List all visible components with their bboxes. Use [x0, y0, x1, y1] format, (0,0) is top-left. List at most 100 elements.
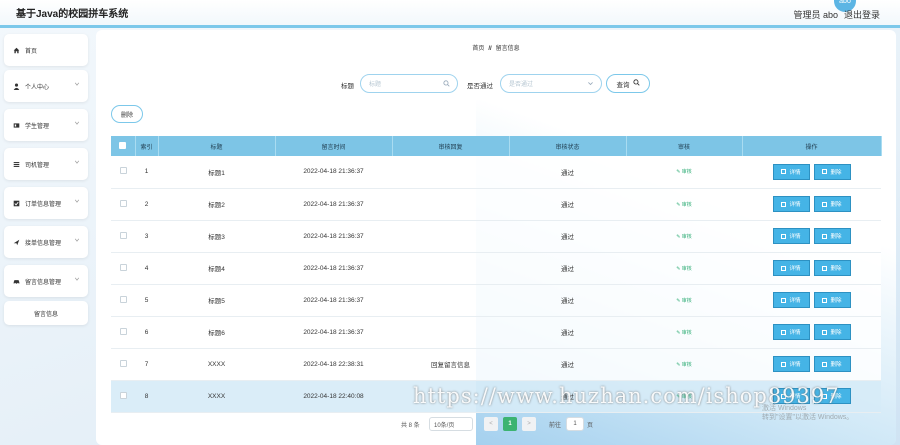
prev-page-button[interactable]: < — [484, 417, 498, 431]
cell-title: 标题4 — [158, 252, 275, 285]
sidebar-item-orders[interactable]: 订单信息管理 — [4, 187, 88, 219]
delete-icon — [822, 233, 828, 239]
audit-link[interactable]: ✎ 审核 — [676, 169, 692, 175]
table-row[interactable]: 7 XXXX 2022-04-18 22:38:31 回复留言信息 通过 ✎ 审核 详情 删除 — [111, 348, 881, 381]
table-row[interactable]: 2 标题2 2022-04-18 21:36:37 通过 ✎ 审核 详情 删除 — [111, 188, 881, 221]
delete-button[interactable]: 删除 — [813, 196, 851, 212]
row-checkbox[interactable] — [111, 220, 135, 253]
table-row[interactable]: 1 标题1 2022-04-18 21:36:37 通过 ✎ 审核 详情 删除 — [111, 156, 881, 189]
cell-index: 6 — [135, 316, 158, 349]
messages-table: 索引 标题 留言时间 审核回复 审核状态 审核 操作 1 标题1 2022-04-1… — [111, 136, 882, 413]
cell-audit: ✎ 审核 — [626, 252, 742, 285]
title-search-input[interactable]: 标题 — [360, 74, 458, 93]
goto-label: 前往 — [549, 422, 562, 429]
breadcrumb-home[interactable]: 首页 — [472, 46, 484, 52]
detail-icon — [781, 361, 787, 367]
search-button[interactable]: 查询 — [606, 74, 650, 93]
detail-button[interactable]: 详情 — [772, 324, 810, 340]
audit-link[interactable]: ✎ 审核 — [676, 330, 692, 336]
chevron-down-icon — [74, 159, 80, 167]
next-page-button[interactable]: > — [522, 417, 536, 431]
select-all-checkbox[interactable] — [111, 136, 136, 156]
sidebar-item-accepted-orders[interactable]: 接单信息管理 — [4, 226, 88, 258]
student-icon — [13, 122, 20, 129]
cell-index: 3 — [135, 220, 158, 253]
detail-button[interactable]: 详情 — [772, 260, 810, 276]
detail-button[interactable]: 详情 — [772, 228, 810, 244]
page-size-select[interactable]: 10条/页 — [429, 417, 473, 431]
sidebar-item-home[interactable]: 首页 — [4, 34, 88, 66]
cell-title: XXXX — [158, 380, 275, 413]
row-checkbox[interactable] — [111, 348, 135, 381]
current-page[interactable]: 1 — [503, 417, 517, 431]
row-checkbox[interactable] — [111, 380, 135, 413]
delete-button[interactable]: 删除 — [813, 388, 851, 404]
row-checkbox[interactable] — [111, 156, 135, 189]
audit-link[interactable]: ✎ 审核 — [676, 234, 692, 240]
cell-time: 2022-04-18 21:36:37 — [275, 188, 392, 221]
column-header: 留言时间 — [275, 136, 393, 156]
row-checkbox[interactable] — [111, 188, 135, 221]
table-row[interactable]: 6 标题6 2022-04-18 21:36:37 通过 ✎ 审核 详情 删除 — [111, 316, 881, 349]
cell-actions: 详情 删除 — [742, 284, 881, 317]
checkbox-icon — [13, 200, 20, 207]
sidebar-item-drivers[interactable]: 司机管理 — [4, 148, 88, 180]
table-row[interactable]: 5 标题5 2022-04-18 21:36:37 通过 ✎ 审核 详情 删除 — [111, 284, 881, 317]
list-icon — [13, 161, 20, 168]
cell-audit: ✎ 审核 — [626, 156, 742, 189]
batch-delete-button[interactable]: 删除 — [111, 105, 143, 123]
search-bar: 标题 标题 是否通过 是否通过 查询 — [96, 74, 896, 94]
detail-button[interactable]: 详情 — [772, 292, 810, 308]
sidebar-item-students[interactable]: 学生管理 — [4, 109, 88, 141]
table-row[interactable]: 8 XXXX 2022-04-18 22:40:08 通过 ✎ 审核 详情 删除 — [111, 380, 881, 413]
cell-status: 通过 — [509, 284, 626, 317]
table-row[interactable]: 4 标题4 2022-04-18 21:36:37 通过 ✎ 审核 详情 删除 — [111, 252, 881, 285]
sidebar-subitem-messages[interactable]: 留言信息 — [4, 301, 88, 325]
detail-button[interactable]: 详情 — [772, 196, 810, 212]
goto-page-input[interactable]: 1 — [566, 417, 584, 431]
cell-index: 5 — [135, 284, 158, 317]
sidebar-item-label: 司机管理 — [25, 162, 50, 169]
cell-status: 通过 — [509, 380, 626, 413]
sidebar-item-messages[interactable]: 留言信息管理 — [4, 265, 88, 297]
cell-title: 标题2 — [158, 188, 275, 221]
cell-status: 通过 — [509, 156, 626, 189]
delete-button[interactable]: 删除 — [813, 260, 851, 276]
detail-icon — [781, 201, 787, 207]
audit-link[interactable]: ✎ 审核 — [676, 266, 692, 272]
detail-icon — [781, 265, 787, 271]
detail-button[interactable]: 详情 — [772, 163, 810, 180]
detail-button[interactable]: 详情 — [772, 388, 810, 404]
cell-reply — [392, 284, 509, 317]
delete-button[interactable]: 删除 — [813, 356, 851, 372]
detail-button[interactable]: 详情 — [772, 356, 810, 372]
row-checkbox[interactable] — [111, 316, 135, 349]
logout-button[interactable]: 退出登录 — [844, 8, 880, 21]
delete-button[interactable]: 删除 — [813, 228, 851, 244]
main-panel: 首页//留言信息 标题 标题 是否通过 是否通过 查询 删除 索引 标题 留言时… — [96, 30, 896, 445]
table-row[interactable]: 3 标题3 2022-04-18 21:36:37 通过 ✎ 审核 详情 删除 — [111, 220, 881, 253]
pagination: 共 8 条 10条/页 < 1 > 前往 1 页 — [96, 417, 896, 433]
cell-status: 通过 — [509, 348, 626, 381]
sidebar-item-profile[interactable]: 个人中心 — [4, 70, 88, 102]
row-checkbox[interactable] — [111, 252, 135, 285]
breadcrumb-separator: // — [488, 46, 492, 52]
cell-reply: 回复留言信息 — [392, 348, 509, 381]
cell-title: 标题5 — [158, 284, 275, 317]
user-label: 管理员 abo — [793, 10, 838, 20]
audit-link[interactable]: ✎ 审核 — [676, 202, 692, 208]
audit-link[interactable]: ✎ 审核 — [676, 362, 692, 368]
detail-icon — [781, 297, 787, 303]
cell-reply — [392, 316, 509, 349]
cell-reply — [392, 380, 509, 413]
audit-link[interactable]: ✎ 审核 — [676, 298, 692, 304]
audit-link[interactable]: ✎ 审核 — [676, 394, 692, 400]
home-icon — [13, 47, 20, 54]
delete-button[interactable]: 删除 — [813, 292, 851, 308]
delete-button[interactable]: 删除 — [813, 163, 851, 180]
delete-button[interactable]: 删除 — [813, 324, 851, 340]
cell-audit: ✎ 审核 — [626, 188, 742, 221]
row-checkbox[interactable] — [111, 284, 135, 317]
search-icon — [443, 80, 450, 89]
approved-select[interactable]: 是否通过 — [500, 74, 602, 93]
